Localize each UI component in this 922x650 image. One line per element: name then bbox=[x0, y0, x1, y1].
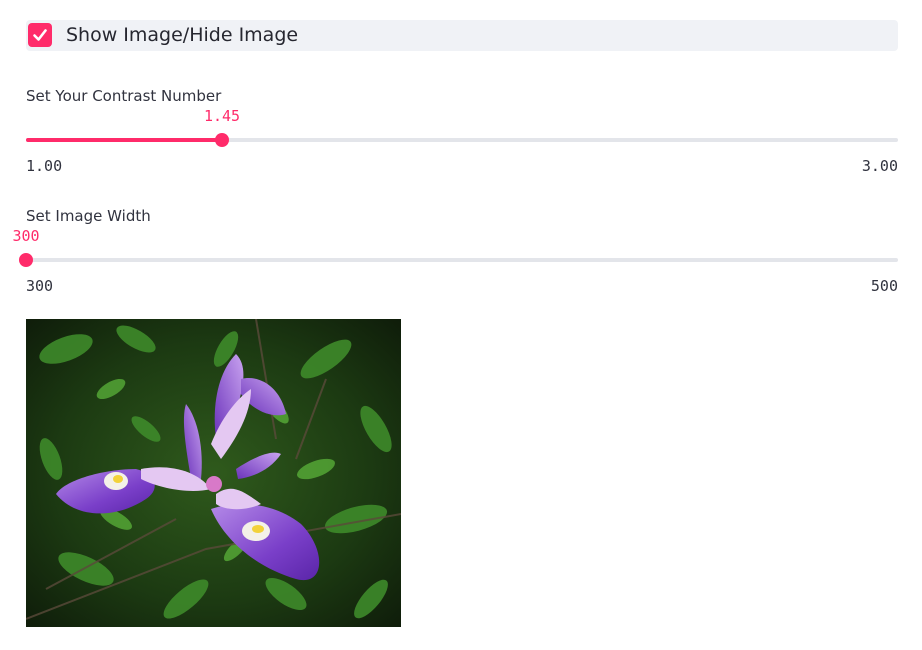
width-slider-thumb[interactable] bbox=[19, 253, 33, 267]
checkmark-icon bbox=[33, 29, 47, 41]
show-image-checkbox[interactable] bbox=[28, 23, 52, 47]
show-image-checkbox-row[interactable]: Show Image/Hide Image bbox=[26, 20, 898, 51]
width-slider-value: 300 bbox=[12, 227, 40, 245]
contrast-slider-min: 1.00 bbox=[26, 157, 63, 175]
contrast-slider-fill bbox=[26, 138, 222, 142]
width-slider-label: Set Image Width bbox=[26, 207, 151, 225]
contrast-slider-label: Set Your Contrast Number bbox=[26, 87, 222, 105]
width-slider-track[interactable]: 300 bbox=[12, 227, 898, 267]
contrast-slider-track[interactable]: 1.45 bbox=[26, 107, 898, 147]
contrast-slider-max: 3.00 bbox=[861, 157, 898, 175]
width-slider-min: 300 bbox=[26, 277, 54, 295]
contrast-slider-thumb[interactable] bbox=[215, 133, 229, 147]
show-image-label: Show Image/Hide Image bbox=[66, 24, 299, 46]
width-slider-max: 500 bbox=[870, 277, 898, 295]
iris-flower-image bbox=[26, 319, 401, 627]
contrast-slider-value: 1.45 bbox=[203, 107, 241, 125]
